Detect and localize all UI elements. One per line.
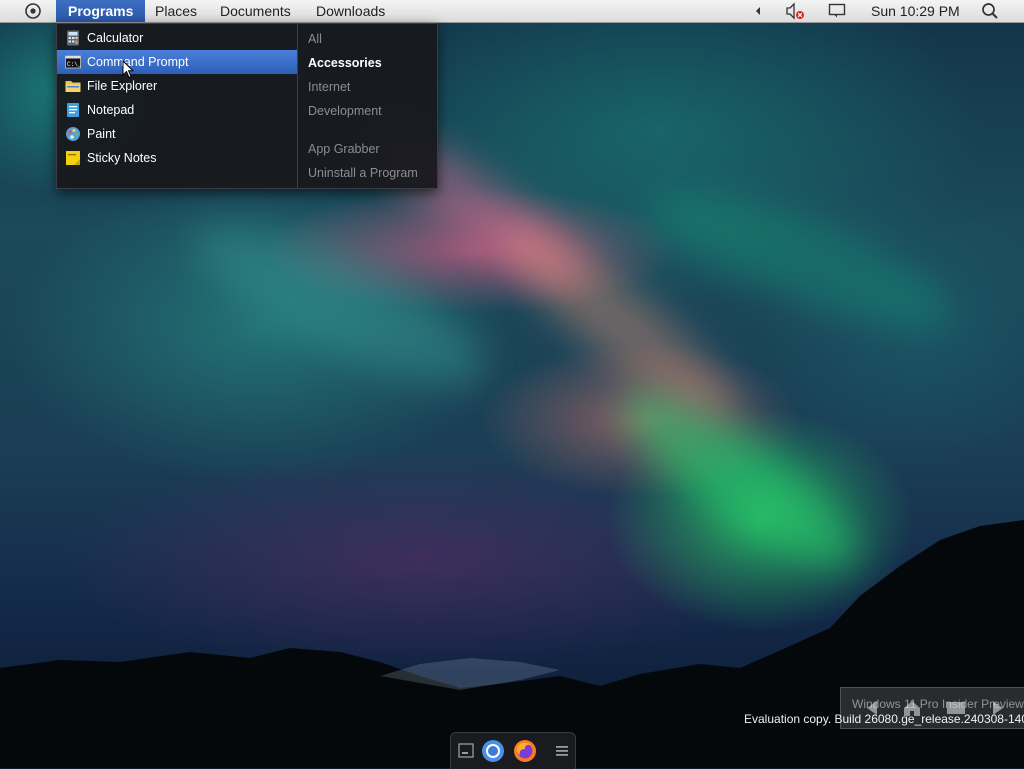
menu-places[interactable]: Places	[143, 0, 209, 22]
notification-icon[interactable]	[826, 0, 848, 22]
svg-text:C:\_: C:\_	[67, 61, 81, 68]
program-calculator[interactable]: Calculator	[57, 26, 297, 50]
mouse-cursor-icon	[122, 59, 135, 79]
category-list: All Accessories Internet Development App…	[298, 24, 437, 188]
menu-documents[interactable]: Documents	[208, 0, 303, 22]
category-internet[interactable]: Internet	[308, 75, 350, 99]
folder-icon	[65, 78, 81, 94]
program-command-prompt[interactable]: C:\_ Command Prompt	[57, 50, 297, 74]
program-sticky-notes[interactable]: Sticky Notes	[57, 146, 297, 170]
dock-menu-icon[interactable]	[551, 740, 573, 762]
volume-muted-icon[interactable]	[784, 0, 806, 22]
menu-downloads[interactable]: Downloads	[304, 0, 397, 22]
sticky-notes-icon	[65, 150, 81, 166]
program-notepad[interactable]: Notepad	[57, 98, 297, 122]
category-accessories[interactable]: Accessories	[308, 51, 382, 75]
program-label: Command Prompt	[87, 55, 189, 69]
category-development[interactable]: Development	[308, 99, 382, 123]
program-label: Notepad	[87, 103, 135, 117]
tray-arrow-icon[interactable]	[750, 0, 766, 22]
program-paint[interactable]: Paint	[57, 122, 297, 146]
calculator-icon	[65, 30, 81, 46]
category-app-grabber[interactable]: App Grabber	[308, 137, 380, 161]
search-icon[interactable]	[978, 0, 1002, 22]
menu-programs[interactable]: Programs	[56, 0, 146, 22]
programs-dropdown: Calculator C:\_ Command Prompt File Expl…	[56, 23, 438, 189]
apps-launcher-icon[interactable]	[24, 2, 42, 20]
chrome-icon[interactable]	[481, 739, 505, 763]
paint-icon	[65, 126, 81, 142]
dock	[450, 732, 576, 769]
firefox-icon[interactable]	[513, 739, 537, 763]
show-desktop-icon[interactable]	[455, 740, 477, 762]
program-list: Calculator C:\_ Command Prompt File Expl…	[57, 24, 297, 188]
category-uninstall-program[interactable]: Uninstall a Program	[308, 161, 418, 185]
notepad-icon	[65, 102, 81, 118]
program-label: Calculator	[87, 31, 144, 45]
program-label: Paint	[87, 127, 116, 141]
top-panel: Programs Places Documents Downloads Sun …	[0, 0, 1024, 23]
watermark-build: Evaluation copy. Build 26080.ge_release.…	[744, 712, 1024, 726]
command-prompt-icon: C:\_	[65, 54, 82, 70]
watermark-edition: Windows 11 Pro Insider Preview	[852, 697, 1024, 711]
program-file-explorer[interactable]: File Explorer	[57, 74, 297, 98]
category-all[interactable]: All	[308, 27, 322, 51]
program-label: Sticky Notes	[87, 151, 157, 165]
clock[interactable]: Sun 10:29 PM	[871, 0, 960, 22]
